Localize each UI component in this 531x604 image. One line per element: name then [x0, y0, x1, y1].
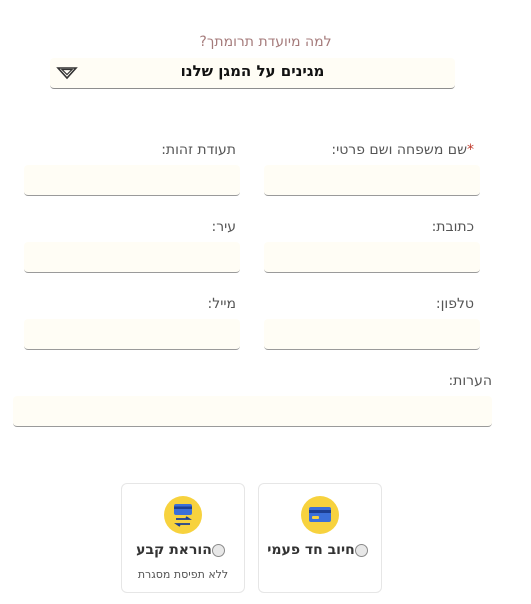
purpose-selected-value: מגינים על המגן שלנו — [180, 62, 325, 80]
standing-order-radio[interactable] — [211, 543, 225, 557]
email-field[interactable] — [24, 319, 240, 350]
purpose-label: למה מיועדת תרומתך? — [199, 34, 332, 50]
one-time-radio[interactable] — [354, 543, 368, 557]
notes-label: הערות: — [448, 373, 492, 389]
city-label: עיר: — [211, 219, 236, 235]
standing-order-card[interactable]: הוראת קבע ללא תפיסת מסגרת — [121, 483, 245, 593]
purpose-select[interactable]: מגינים על המגן שלנו — [50, 58, 455, 89]
one-time-label: חיוב חד פעמי — [267, 542, 355, 558]
full-name-label: *שם משפחה ושם פרטי: — [331, 142, 474, 158]
phone-label: טלפון: — [435, 296, 474, 312]
id-number-label: תעודת זהות: — [161, 142, 236, 158]
standing-order-sublabel: ללא תפיסת מסגרת — [137, 568, 229, 581]
standing-order-option[interactable]: הוראת קבע — [122, 542, 244, 558]
credit-card-icon — [301, 496, 339, 534]
full-name-field[interactable] — [264, 165, 480, 196]
notes-field[interactable] — [13, 396, 492, 427]
recurring-card-icon — [164, 496, 202, 534]
address-label: כתובת: — [431, 219, 474, 235]
standing-order-label: הוראת קבע — [136, 542, 212, 558]
phone-field[interactable] — [264, 319, 480, 350]
address-field[interactable] — [264, 242, 480, 273]
id-number-field[interactable] — [24, 165, 240, 196]
one-time-payment-card[interactable]: חיוב חד פעמי — [258, 483, 382, 593]
email-label: מייל: — [207, 296, 236, 312]
chevron-down-icon — [56, 67, 78, 80]
city-field[interactable] — [24, 242, 240, 273]
one-time-option[interactable]: חיוב חד פעמי — [259, 542, 381, 558]
